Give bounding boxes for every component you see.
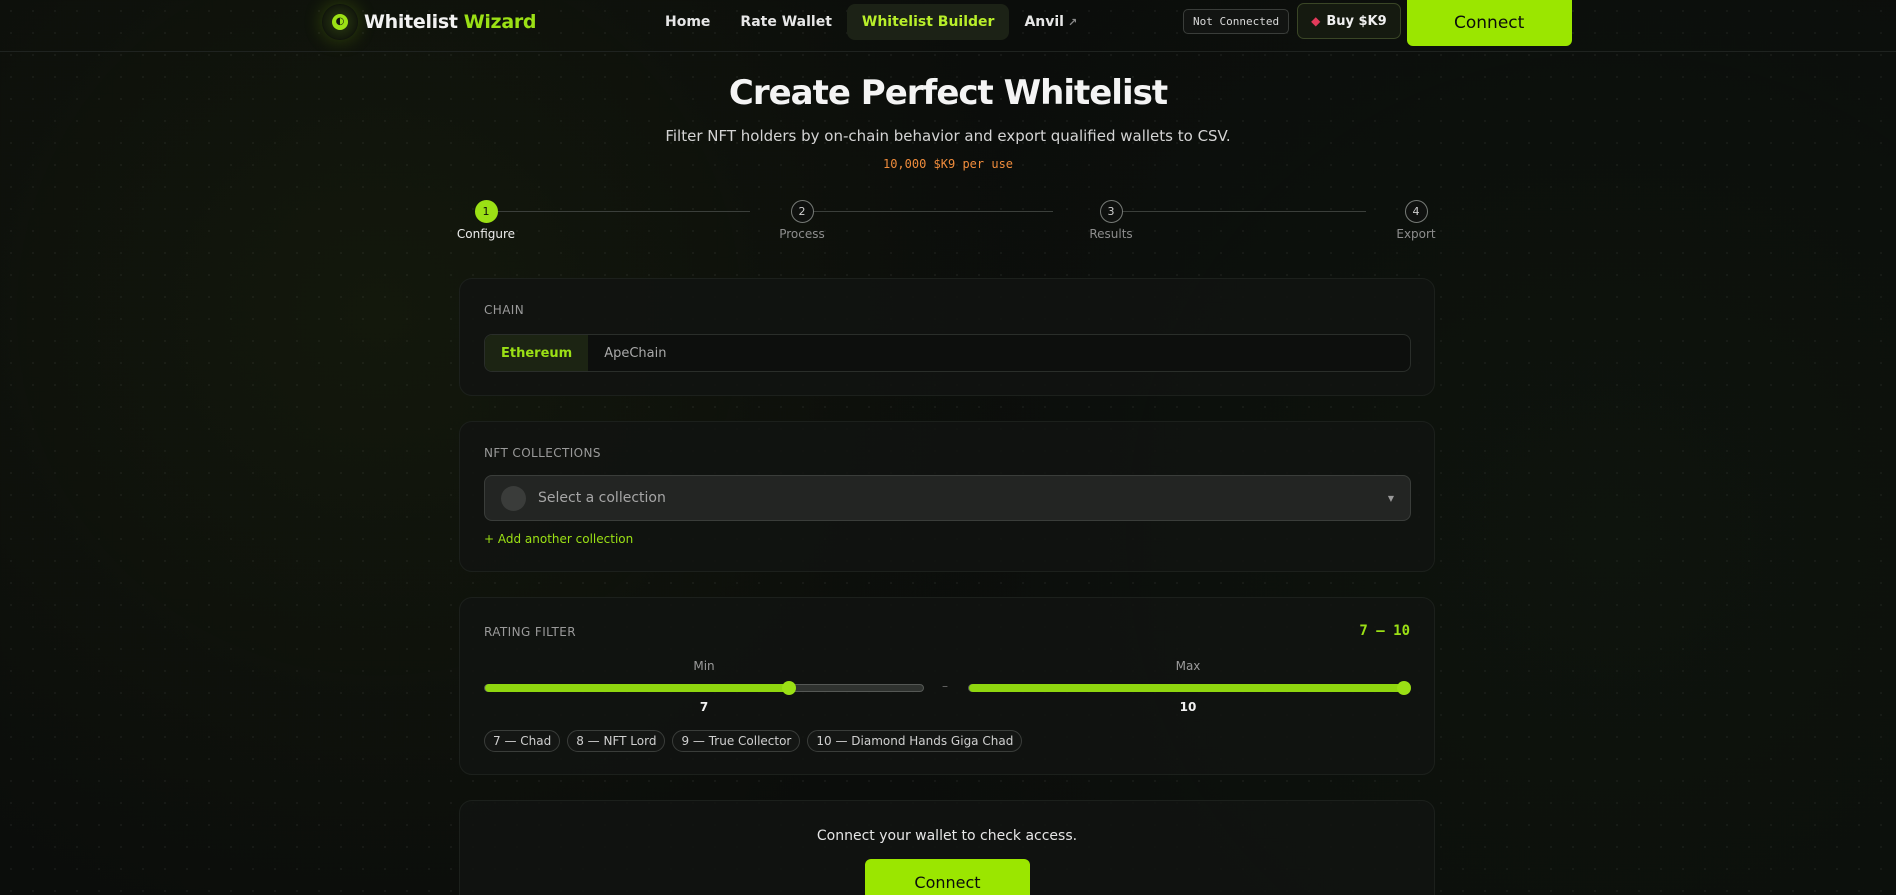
nav-actions: Not Connected ◆ Buy $K9 Connect xyxy=(1183,0,1572,46)
rating-filter-label: RATING FILTER xyxy=(484,625,577,639)
rating-tier-chips: 7 — Chad 8 — NFT Lord 9 — True Collector… xyxy=(484,730,1029,752)
step-number: 2 xyxy=(790,200,814,223)
rating-range-readout: 7 – 10 xyxy=(1359,623,1410,639)
k9-token-icon: ◆ xyxy=(1311,14,1321,28)
step-process[interactable]: 2 Process xyxy=(757,200,847,241)
step-label: Configure xyxy=(456,227,516,241)
nav-link-whitelist-builder[interactable]: Whitelist Builder xyxy=(846,4,1010,40)
max-slider-fill xyxy=(969,684,1407,692)
collection-select[interactable]: Select a collection ▼ xyxy=(484,475,1411,521)
step-label: Results xyxy=(1089,227,1133,241)
chevron-down-icon: ▼ xyxy=(1387,493,1394,503)
min-label: Min xyxy=(693,659,715,673)
nav-link-label: Anvil xyxy=(1024,14,1064,30)
max-rating-slider[interactable] xyxy=(968,681,1411,695)
buy-k9-button[interactable]: ◆ Buy $K9 xyxy=(1297,3,1401,39)
max-rating-slider-group: Max 10 xyxy=(968,659,1411,714)
chain-selector: Ethereum ApeChain xyxy=(484,334,1411,372)
page-title: Create Perfect Whitelist xyxy=(728,73,1168,113)
connect-wallet-main-button[interactable]: Connect xyxy=(865,859,1030,895)
nav-link-label: Home xyxy=(665,14,711,30)
nav-link-label: Whitelist Builder xyxy=(861,14,995,30)
rating-chip: 9 — True Collector xyxy=(672,730,801,752)
brand-word-wizard: Wizard xyxy=(463,11,537,33)
step-label: Process xyxy=(779,227,825,241)
nav-link-label: Rate Wallet xyxy=(740,14,832,30)
nav-link-home[interactable]: Home xyxy=(650,4,725,40)
max-rating-value: 10 xyxy=(1179,700,1197,714)
add-collection-link[interactable]: + Add another collection xyxy=(484,532,633,546)
connect-wallet-button[interactable]: Connect xyxy=(1406,0,1572,46)
min-slider-thumb[interactable] xyxy=(781,681,796,695)
hero: Create Perfect Whitelist Filter NFT hold… xyxy=(0,68,1896,172)
step-number: 3 xyxy=(1099,200,1123,223)
rating-filter-card: RATING FILTER 7 – 10 Min 7 – Max 10 7 — … xyxy=(459,597,1435,775)
chain-option-ethereum[interactable]: Ethereum xyxy=(485,335,589,371)
price-per-use: 10,000 $K9 per use xyxy=(882,157,1014,171)
chain-option-apechain[interactable]: ApeChain xyxy=(588,335,682,371)
step-number: 4 xyxy=(1404,200,1428,223)
collections-card: NFT COLLECTIONS Select a collection ▼ + … xyxy=(459,421,1435,572)
min-rating-slider[interactable] xyxy=(484,681,924,695)
max-slider-thumb[interactable] xyxy=(1397,681,1411,695)
rating-chip: 10 — Diamond Hands Giga Chad xyxy=(807,730,1023,752)
progress-stepper: 1 Configure 2 Process 3 Results 4 Export xyxy=(457,200,1436,248)
nav-links: Home Rate Wallet Whitelist Builder Anvil… xyxy=(650,4,1092,40)
chain-label: CHAIN xyxy=(484,303,525,317)
max-label: Max xyxy=(1175,659,1201,673)
access-message: Connect your wallet to check access. xyxy=(816,828,1078,844)
wizard-eye-icon: ◐ xyxy=(322,4,358,40)
collections-label: NFT COLLECTIONS xyxy=(484,446,601,460)
rating-chip: 8 — NFT Lord xyxy=(567,730,666,752)
buy-k9-label: Buy $K9 xyxy=(1326,13,1387,29)
range-separator: – xyxy=(942,679,948,693)
step-configure[interactable]: 1 Configure xyxy=(441,200,531,241)
step-label: Export xyxy=(1396,227,1436,241)
page-subtitle: Filter NFT holders by on-chain behavior … xyxy=(665,127,1231,145)
brand-word-whitelist: Whitelist xyxy=(364,11,458,33)
brand-name: Whitelist Wizard xyxy=(364,11,537,33)
collection-avatar-placeholder xyxy=(501,485,526,511)
collection-select-placeholder: Select a collection xyxy=(538,490,666,506)
external-link-icon: ↗ xyxy=(1067,15,1078,29)
step-export[interactable]: 4 Export xyxy=(1371,200,1461,241)
min-rating-slider-group: Min 7 xyxy=(484,659,924,714)
chain-card: CHAIN Ethereum ApeChain xyxy=(459,278,1435,396)
nav-link-anvil[interactable]: Anvil ↗ xyxy=(1009,4,1092,40)
top-nav: ◐ Whitelist Wizard Home Rate Wallet White… xyxy=(0,0,1896,52)
connection-status-badge: Not Connected xyxy=(1183,9,1290,34)
rating-chip: 7 — Chad xyxy=(484,730,561,752)
step-results[interactable]: 3 Results xyxy=(1066,200,1156,241)
access-card: Connect your wallet to check access. Con… xyxy=(459,800,1435,895)
step-number: 1 xyxy=(474,200,498,223)
nav-link-rate-wallet[interactable]: Rate Wallet xyxy=(725,4,846,40)
min-rating-value: 7 xyxy=(699,700,709,714)
brand[interactable]: ◐ Whitelist Wizard xyxy=(322,4,537,40)
min-slider-fill xyxy=(485,684,789,692)
